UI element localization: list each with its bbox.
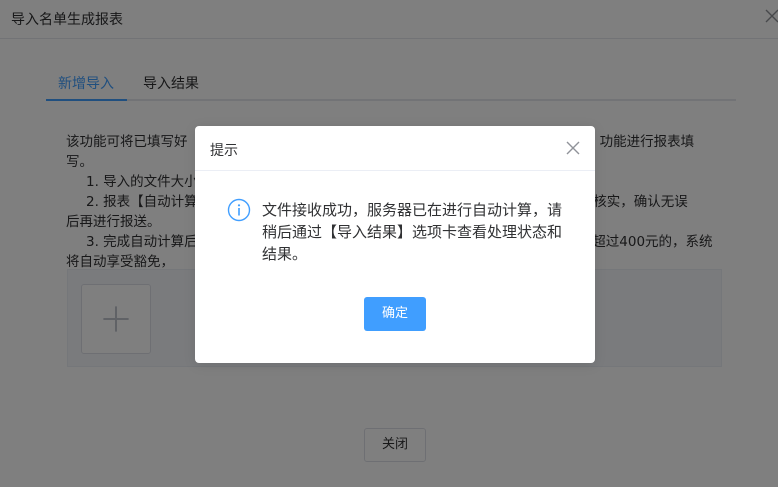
message-box: 提示 文件接收成功，服务器已在进行自动计算，请稍后通过【导入结果】选项卡查看处理…	[195, 126, 595, 363]
message-box-message: 文件接收成功，服务器已在进行自动计算，请稍后通过【导入结果】选项卡查看处理状态和…	[262, 201, 563, 263]
message-box-title: 提示	[210, 143, 238, 159]
message-box-header: 提示	[195, 126, 595, 171]
page: 导入名单生成报表 新增导入 导入结果 该功能可将已填写好 】功能进行报表填 写。…	[0, 0, 778, 487]
confirm-button[interactable]: 确定	[364, 297, 426, 331]
info-icon	[227, 198, 251, 222]
close-icon[interactable]	[565, 140, 581, 156]
